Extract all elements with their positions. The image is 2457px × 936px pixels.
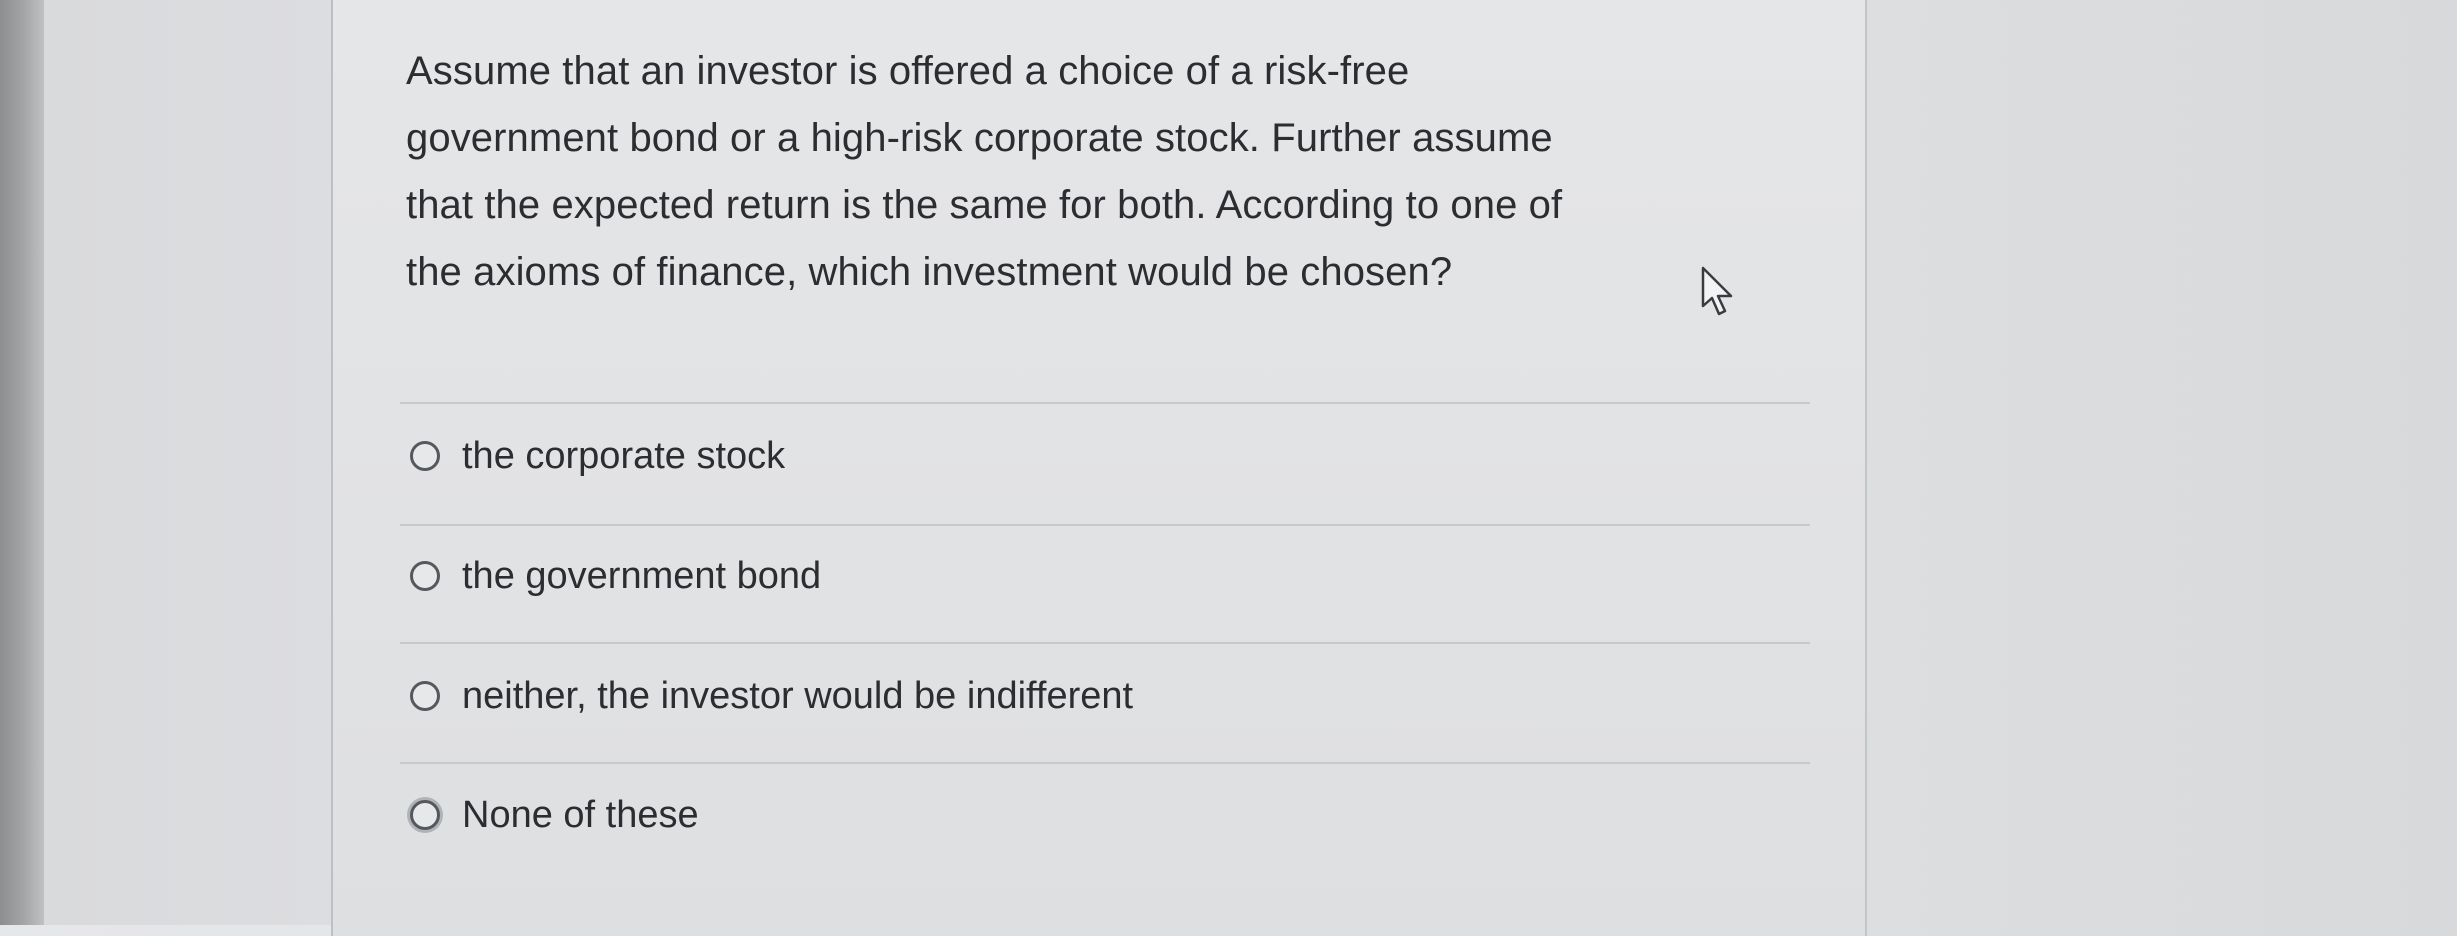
question-line-4: the axioms of finance, which investment … bbox=[406, 250, 1453, 294]
divider bbox=[400, 762, 1810, 764]
left-edge-bar bbox=[0, 0, 44, 925]
radio-button-icon[interactable] bbox=[410, 561, 440, 591]
option-none-of-these[interactable]: None of these bbox=[410, 787, 699, 843]
question-line-3: that the expected return is the same for… bbox=[406, 183, 1563, 227]
radio-button-icon[interactable] bbox=[410, 800, 440, 830]
option-label: the government bond bbox=[462, 554, 822, 597]
option-label: the corporate stock bbox=[462, 434, 786, 477]
divider bbox=[400, 642, 1810, 644]
question-text: Assume that an investor is offered a cho… bbox=[406, 38, 1846, 306]
radio-button-icon[interactable] bbox=[410, 441, 440, 471]
radio-button-icon[interactable] bbox=[410, 681, 440, 711]
option-corporate-stock[interactable]: the corporate stock bbox=[410, 428, 785, 484]
question-line-1: Assume that an investor is offered a cho… bbox=[406, 49, 1410, 93]
question-line-2: government bond or a high-risk corporate… bbox=[406, 116, 1553, 160]
mouse-pointer-icon bbox=[1701, 266, 1733, 316]
divider bbox=[400, 524, 1810, 526]
option-label: neither, the investor would be indiffere… bbox=[462, 674, 1134, 717]
option-government-bond[interactable]: the government bond bbox=[410, 548, 821, 604]
option-indifferent[interactable]: neither, the investor would be indiffere… bbox=[410, 668, 1133, 724]
divider bbox=[400, 402, 1810, 404]
left-gutter bbox=[44, 0, 331, 925]
option-label: None of these bbox=[462, 793, 699, 836]
